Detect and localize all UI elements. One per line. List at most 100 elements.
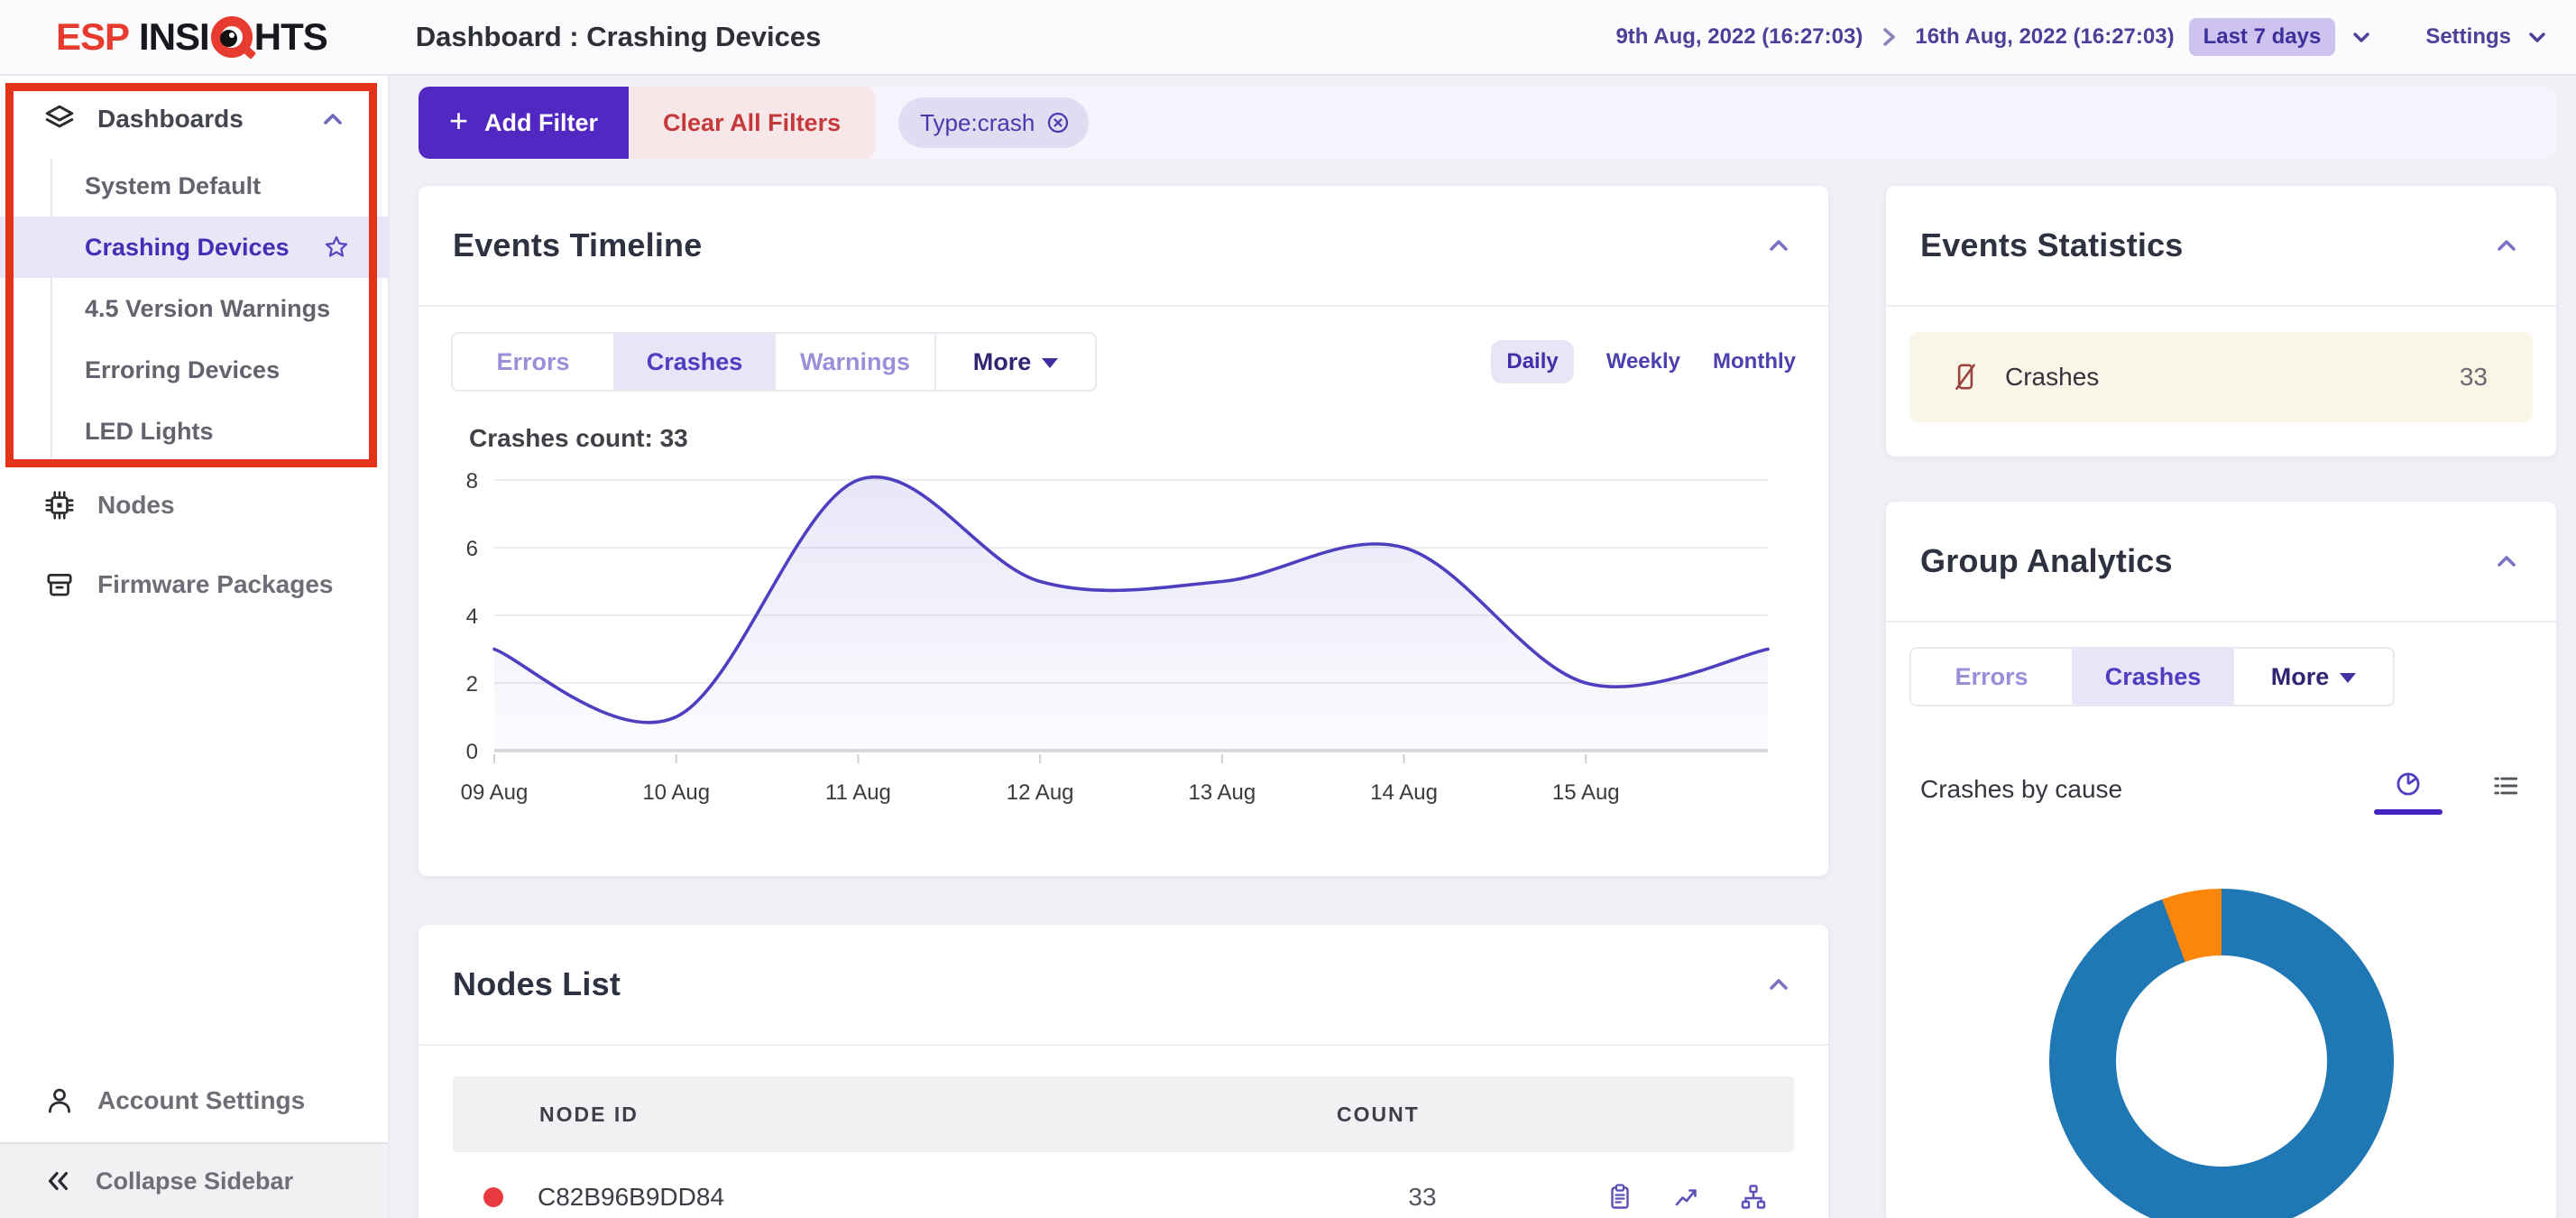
granularity-monthly[interactable]: Monthly <box>1713 349 1796 374</box>
stat-value: 33 <box>2460 363 2488 392</box>
sidebar-item-label: Firmware Packages <box>97 570 334 599</box>
node-count-value: 33 <box>1355 1183 1490 1212</box>
tab-crashes[interactable]: Crashes <box>613 334 774 390</box>
clear-all-filters-button[interactable]: Clear All Filters <box>629 87 875 159</box>
granularity-weekly[interactable]: Weekly <box>1606 349 1680 374</box>
app-root: ESP INSI HTS Dashboard : Crashing Device… <box>0 0 2576 1218</box>
svg-text:8: 8 <box>466 469 478 494</box>
sidebar-item-label: Dashboards <box>97 105 244 134</box>
panel-title: Nodes List <box>453 965 621 1003</box>
filter-chip-label: Type:crash <box>920 109 1035 137</box>
sidebar-item-account-settings[interactable]: Account Settings <box>0 1072 388 1130</box>
events-statistics-panel: Events Statistics Crashes 3 <box>1886 186 2556 457</box>
svg-text:13 Aug: 13 Aug <box>1188 780 1256 805</box>
settings-menu[interactable]: Settings <box>2425 24 2511 50</box>
range-end-date[interactable]: 16th Aug, 2022 (16:27:03) <box>1915 24 2174 50</box>
tab-errors[interactable]: Errors <box>1911 649 2072 705</box>
svg-text:15 Aug: 15 Aug <box>1552 780 1620 805</box>
sidebar-item-label: Crashing Devices <box>85 234 290 262</box>
collapse-panel-icon[interactable] <box>2491 230 2522 261</box>
person-icon <box>43 1084 76 1117</box>
svg-text:10 Aug: 10 Aug <box>642 780 710 805</box>
sidebar-item-nodes[interactable]: Nodes <box>0 476 388 534</box>
tab-crashes[interactable]: Crashes <box>2072 649 2232 705</box>
column-header-count: COUNT <box>1337 1103 1420 1127</box>
add-filter-label: Add Filter <box>484 109 598 137</box>
esp-insights-logo: ESP INSI HTS <box>56 15 327 59</box>
device-crash-icon <box>1949 361 1982 393</box>
svg-text:0: 0 <box>466 740 478 764</box>
sitemap-icon[interactable] <box>1738 1182 1769 1213</box>
table-row: C82B96B9DD84 33 <box>453 1152 1794 1218</box>
collapse-panel-icon[interactable] <box>1763 969 1794 1000</box>
dashboards-submenu: System Default Crashing Devices 4.5 Vers… <box>0 155 388 462</box>
status-dot <box>483 1187 503 1207</box>
list-view-icon[interactable] <box>2489 770 2522 802</box>
remove-filter-icon[interactable] <box>1045 110 1071 135</box>
group-analytics-panel: Group Analytics Errors Crashes More <box>1886 502 2556 1218</box>
panel-title: Events Statistics <box>1920 226 2184 264</box>
granularity-daily[interactable]: Daily <box>1491 340 1573 383</box>
sidebar-item-label: 4.5 Version Warnings <box>85 295 330 323</box>
svg-text:11 Aug: 11 Aug <box>825 780 891 805</box>
sidebar-item-firmware-packages[interactable]: Firmware Packages <box>0 556 388 614</box>
tab-errors[interactable]: Errors <box>453 334 613 390</box>
caret-down-icon <box>2340 673 2356 683</box>
panel-title: Events Timeline <box>453 226 702 264</box>
range-start-date[interactable]: 9th Aug, 2022 (16:27:03) <box>1615 24 1863 50</box>
page-title: Dashboard : Crashing Devices <box>416 21 822 53</box>
sidebar-item-label: Nodes <box>97 491 175 520</box>
sidebar-item-45-version-warnings[interactable]: 4.5 Version Warnings <box>0 278 388 339</box>
submenu-guide-line <box>51 159 52 458</box>
sidebar-item-crashing-devices[interactable]: Crashing Devices <box>0 217 388 278</box>
collapse-panel-icon[interactable] <box>2491 546 2522 577</box>
range-chevron-down-icon[interactable] <box>2350 25 2373 49</box>
star-icon[interactable] <box>323 234 350 261</box>
tab-more[interactable]: More <box>934 334 1095 390</box>
tab-more[interactable]: More <box>2232 649 2393 705</box>
top-bar: ESP INSI HTS Dashboard : Crashing Device… <box>0 0 2576 76</box>
sidebar-item-system-default[interactable]: System Default <box>0 155 388 217</box>
sidebar-item-label: System Default <box>85 172 261 200</box>
collapse-sidebar-label: Collapse Sidebar <box>96 1167 293 1195</box>
report-icon[interactable] <box>1605 1182 1635 1213</box>
pie-chart-view-icon[interactable] <box>2379 768 2437 815</box>
add-filter-button[interactable]: + Add Filter <box>419 87 629 159</box>
svg-text:14 Aug: 14 Aug <box>1370 780 1438 805</box>
package-box-icon <box>43 568 76 601</box>
chevron-up-icon[interactable] <box>319 106 346 133</box>
granularity-switch: Daily Weekly Monthly <box>1491 340 1796 383</box>
caret-down-icon <box>1042 358 1058 368</box>
chip-icon <box>43 489 76 521</box>
settings-chevron-down-icon[interactable] <box>2525 25 2549 49</box>
nodes-table-header: NODE ID COUNT <box>453 1076 1794 1152</box>
crashes-by-cause-label: Crashes by cause <box>1920 775 2122 804</box>
crashes-by-cause-donut <box>2049 889 2394 1218</box>
layers-icon <box>43 103 76 135</box>
sidebar-item-dashboards[interactable]: Dashboards <box>0 90 388 148</box>
collapse-panel-icon[interactable] <box>1763 230 1794 261</box>
range-preset-badge[interactable]: Last 7 days <box>2189 18 2336 56</box>
active-filter-chip[interactable]: Type:crash <box>898 97 1089 148</box>
logo-text-hts: HTS <box>254 15 327 59</box>
stat-label: Crashes <box>2005 363 2099 392</box>
tab-warnings[interactable]: Warnings <box>774 334 934 390</box>
group-analytics-tabs: Errors Crashes More <box>1909 647 2395 706</box>
svg-text:4: 4 <box>466 604 478 629</box>
tab-more-label: More <box>2271 663 2330 691</box>
svg-text:2: 2 <box>466 672 478 697</box>
main-content: + Add Filter Clear All Filters Type:cras… <box>390 76 2576 1218</box>
sidebar-item-label: Erroring Devices <box>85 356 280 384</box>
trend-chart-icon[interactable] <box>1671 1182 1702 1213</box>
collapse-sidebar-button[interactable]: Collapse Sidebar <box>0 1142 388 1218</box>
nodes-list-panel: Nodes List NODE ID COUNT <box>419 925 1828 1218</box>
events-timeline-header: Events Timeline <box>419 186 1828 307</box>
plus-icon: + <box>449 105 468 137</box>
sidebar-item-erroring-devices[interactable]: Erroring Devices <box>0 339 388 401</box>
svg-text:09 Aug: 09 Aug <box>461 780 529 805</box>
sidebar-item-led-lights[interactable]: LED Lights <box>0 401 388 462</box>
group-analytics-header: Group Analytics <box>1886 502 2556 623</box>
svg-text:12 Aug: 12 Aug <box>1007 780 1074 805</box>
sidebar: Dashboards System Default Crashing Devic… <box>0 76 390 1218</box>
event-type-tabs: Errors Crashes Warnings More <box>451 332 1097 392</box>
